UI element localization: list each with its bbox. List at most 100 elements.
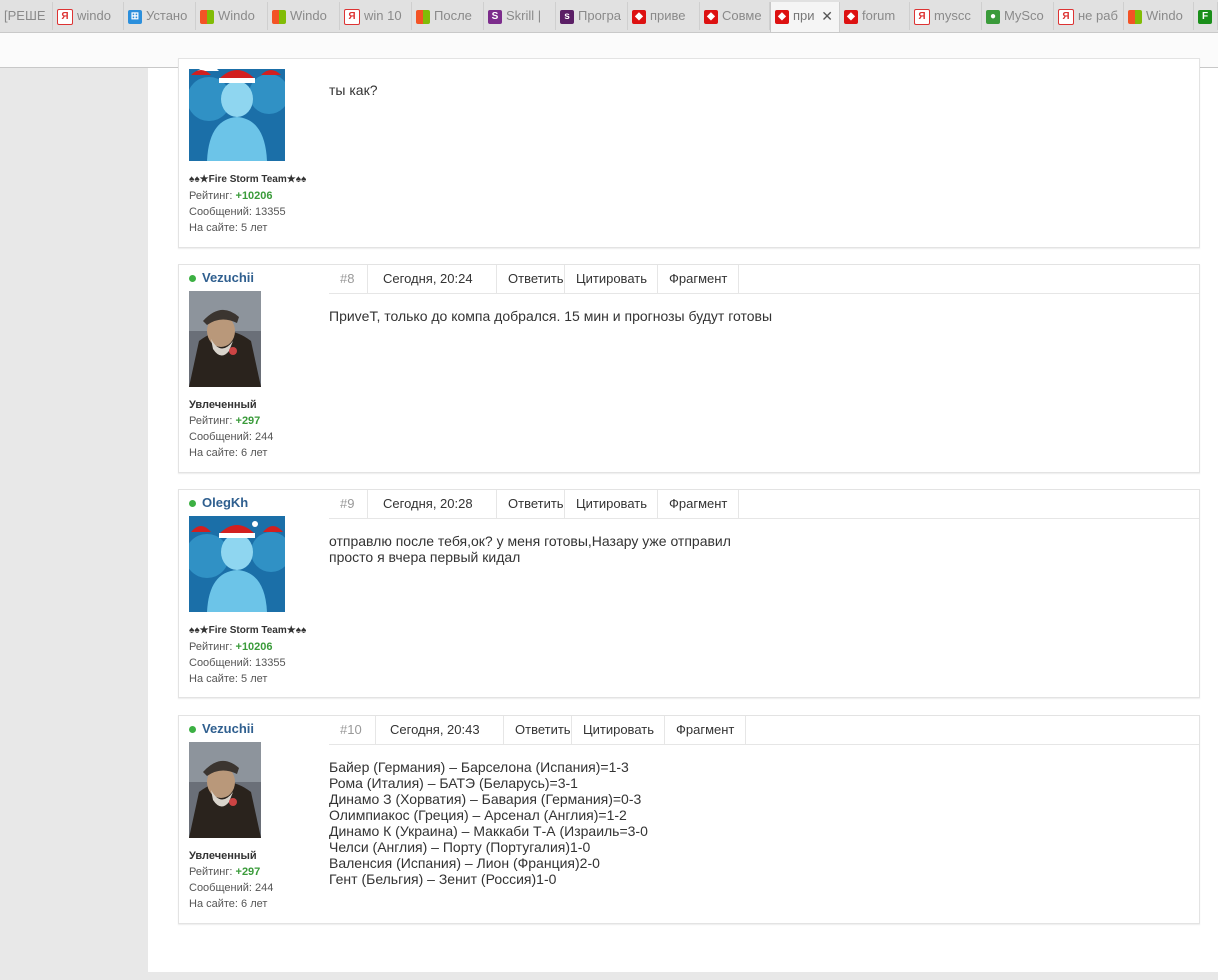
post-date: Сегодня, 20:28 <box>368 490 497 518</box>
microsoft-icon <box>200 9 214 24</box>
browser-tab[interactable]: ◆ forum <box>840 2 910 30</box>
online-status-icon <box>189 726 196 734</box>
browser-tab-strip: [РЕШЕ Яwindo ⊞ Устано Windo Windo Яwin 10 После… <box>0 0 1218 33</box>
user-avatar[interactable] <box>189 69 285 161</box>
forum-icon: ◆ <box>632 9 646 24</box>
quote-button[interactable]: Цитировать <box>565 490 658 518</box>
user-avatar[interactable] <box>189 516 285 612</box>
browser-tab[interactable]: После <box>412 2 484 30</box>
browser-tab[interactable]: ◆ при ✕ <box>770 2 840 32</box>
forum-post: Vezuchii #8 Сегодня, 20:24 Ответить Цити… <box>178 264 1200 473</box>
reply-button[interactable]: Ответить <box>497 265 565 293</box>
user-avatar[interactable] <box>189 291 261 387</box>
user-rating: Рейтинг: +10206 <box>189 190 273 202</box>
forum-icon: ◆ <box>704 9 718 24</box>
tab-label: После <box>434 8 472 23</box>
tab-label: Совме <box>722 8 762 23</box>
online-status-icon <box>189 275 196 283</box>
browser-tab[interactable]: ● MySco <box>982 2 1054 30</box>
user-rating: Рейтинг: +297 <box>189 415 261 427</box>
fragment-button[interactable]: Фрагмент <box>658 490 739 518</box>
post-body: ПриveT, только до компа добрался. 15 мин… <box>329 308 773 324</box>
tab-label: Устано <box>146 8 188 23</box>
green-f-icon: F <box>1198 9 1212 24</box>
user-info: Увлеченный Рейтинг: +297 Сообщений: 244 … <box>189 848 273 912</box>
browser-tab[interactable]: FF <box>1194 2 1218 30</box>
post-number-link[interactable]: #9 <box>329 490 368 518</box>
tab-label: Програ <box>578 8 622 23</box>
tab-label: MySco <box>1004 8 1044 23</box>
microsoft-icon <box>1128 9 1142 24</box>
skrill-dark-icon: s <box>560 9 574 24</box>
user-rank: ♠♠★Fire Storm Team★♠♠ <box>189 174 307 185</box>
post-header: #10 Сегодня, 20:43 Ответить Цитировать Ф… <box>329 716 1199 745</box>
tab-label: win 10 <box>364 8 402 23</box>
browser-tab[interactable]: ◆ приве <box>628 2 700 30</box>
reply-button[interactable]: Ответить <box>504 716 572 744</box>
tab-label: Windo <box>290 8 327 23</box>
tab-label: windo <box>77 8 111 23</box>
tab-label: Windo <box>218 8 255 23</box>
tab-label: forum <box>862 8 896 23</box>
online-status-icon <box>189 500 196 508</box>
user-info: Увлеченный Рейтинг: +297 Сообщений: 244 … <box>189 397 273 461</box>
username-link[interactable]: Vezuchii <box>189 721 254 736</box>
browser-tab[interactable]: S Skrill | <box>484 2 556 30</box>
post-date: Сегодня, 20:43 <box>376 716 504 744</box>
tab-label: [РЕШЕ <box>4 8 46 23</box>
user-avatar[interactable] <box>189 742 261 838</box>
user-time-on-site: На сайте: 5 лет <box>189 673 268 685</box>
browser-tab[interactable]: [РЕШЕ <box>0 2 53 30</box>
reply-button[interactable]: Ответить <box>497 490 565 518</box>
user-message-count: Сообщений: 13355 <box>189 657 286 669</box>
user-rank: ♠♠★Fire Storm Team★♠♠ <box>189 625 307 636</box>
browser-tab[interactable]: Яне раб <box>1054 2 1124 30</box>
yandex-icon: Я <box>57 8 73 25</box>
username-link[interactable]: Vezuchii <box>189 270 254 285</box>
tab-label: Skrill | <box>506 8 542 23</box>
user-rating: Рейтинг: +10206 <box>189 641 273 653</box>
quote-button[interactable]: Цитировать <box>572 716 665 744</box>
username-link[interactable]: OlegKh <box>189 495 248 510</box>
forum-post: ♠♠★Fire Storm Team★♠♠ Рейтинг: +10206 Со… <box>178 58 1200 248</box>
yandex-icon: Я <box>1058 8 1074 25</box>
tab-label: Windo <box>1146 8 1183 23</box>
tab-label: приве <box>650 8 686 23</box>
browser-tab[interactable]: Windo <box>1124 2 1194 30</box>
browser-tab[interactable]: ⊞ Устано <box>124 2 196 30</box>
windows-icon: ⊞ <box>128 9 142 24</box>
yandex-icon: Я <box>914 8 930 25</box>
microsoft-icon <box>416 9 430 24</box>
user-time-on-site: На сайте: 6 лет <box>189 447 268 459</box>
browser-tab[interactable]: s Програ <box>556 2 628 30</box>
forum-post: OlegKh #9 Сегодня, 20:28 Ответить Цитиро… <box>178 489 1200 698</box>
quote-button[interactable]: Цитировать <box>565 265 658 293</box>
user-message-count: Сообщений: 13355 <box>189 206 286 218</box>
tab-label: не раб <box>1078 8 1118 23</box>
browser-tab[interactable]: Windo <box>268 2 340 30</box>
browser-tab[interactable]: ◆ Совме <box>700 2 770 30</box>
post-body: ты как? <box>329 82 378 98</box>
close-tab-icon[interactable]: ✕ <box>821 2 833 30</box>
user-rank: Увлеченный <box>189 399 257 411</box>
browser-tab[interactable]: Windo <box>196 2 268 30</box>
user-info: ♠♠★Fire Storm Team★♠♠ Рейтинг: +10206 Со… <box>189 172 306 236</box>
post-number-link[interactable]: #10 <box>329 716 376 744</box>
post-header: #9 Сегодня, 20:28 Ответить Цитировать Фр… <box>329 490 1199 519</box>
browser-tab[interactable]: Яwindo <box>53 2 124 30</box>
fragment-button[interactable]: Фрагмент <box>658 265 739 293</box>
user-rank: Увлеченный <box>189 850 257 862</box>
fragment-button[interactable]: Фрагмент <box>665 716 746 744</box>
forum-post: Vezuchii #10 Сегодня, 20:43 Ответить Цит… <box>178 715 1200 924</box>
post-number-link[interactable]: #8 <box>329 265 368 293</box>
browser-tab[interactable]: Яmyscc <box>910 2 982 30</box>
user-rating: Рейтинг: +297 <box>189 866 261 878</box>
microsoft-icon <box>272 9 286 24</box>
user-message-count: Сообщений: 244 <box>189 882 274 894</box>
user-info: ♠♠★Fire Storm Team★♠♠ Рейтинг: +10206 Со… <box>189 623 306 687</box>
post-body: Байер (Германия) – Барселона (Испания)=1… <box>329 759 648 887</box>
tab-label: myscc <box>934 8 971 23</box>
user-time-on-site: На сайте: 6 лет <box>189 898 268 910</box>
yandex-icon: Я <box>344 8 360 25</box>
browser-tab[interactable]: Яwin 10 <box>340 2 412 30</box>
